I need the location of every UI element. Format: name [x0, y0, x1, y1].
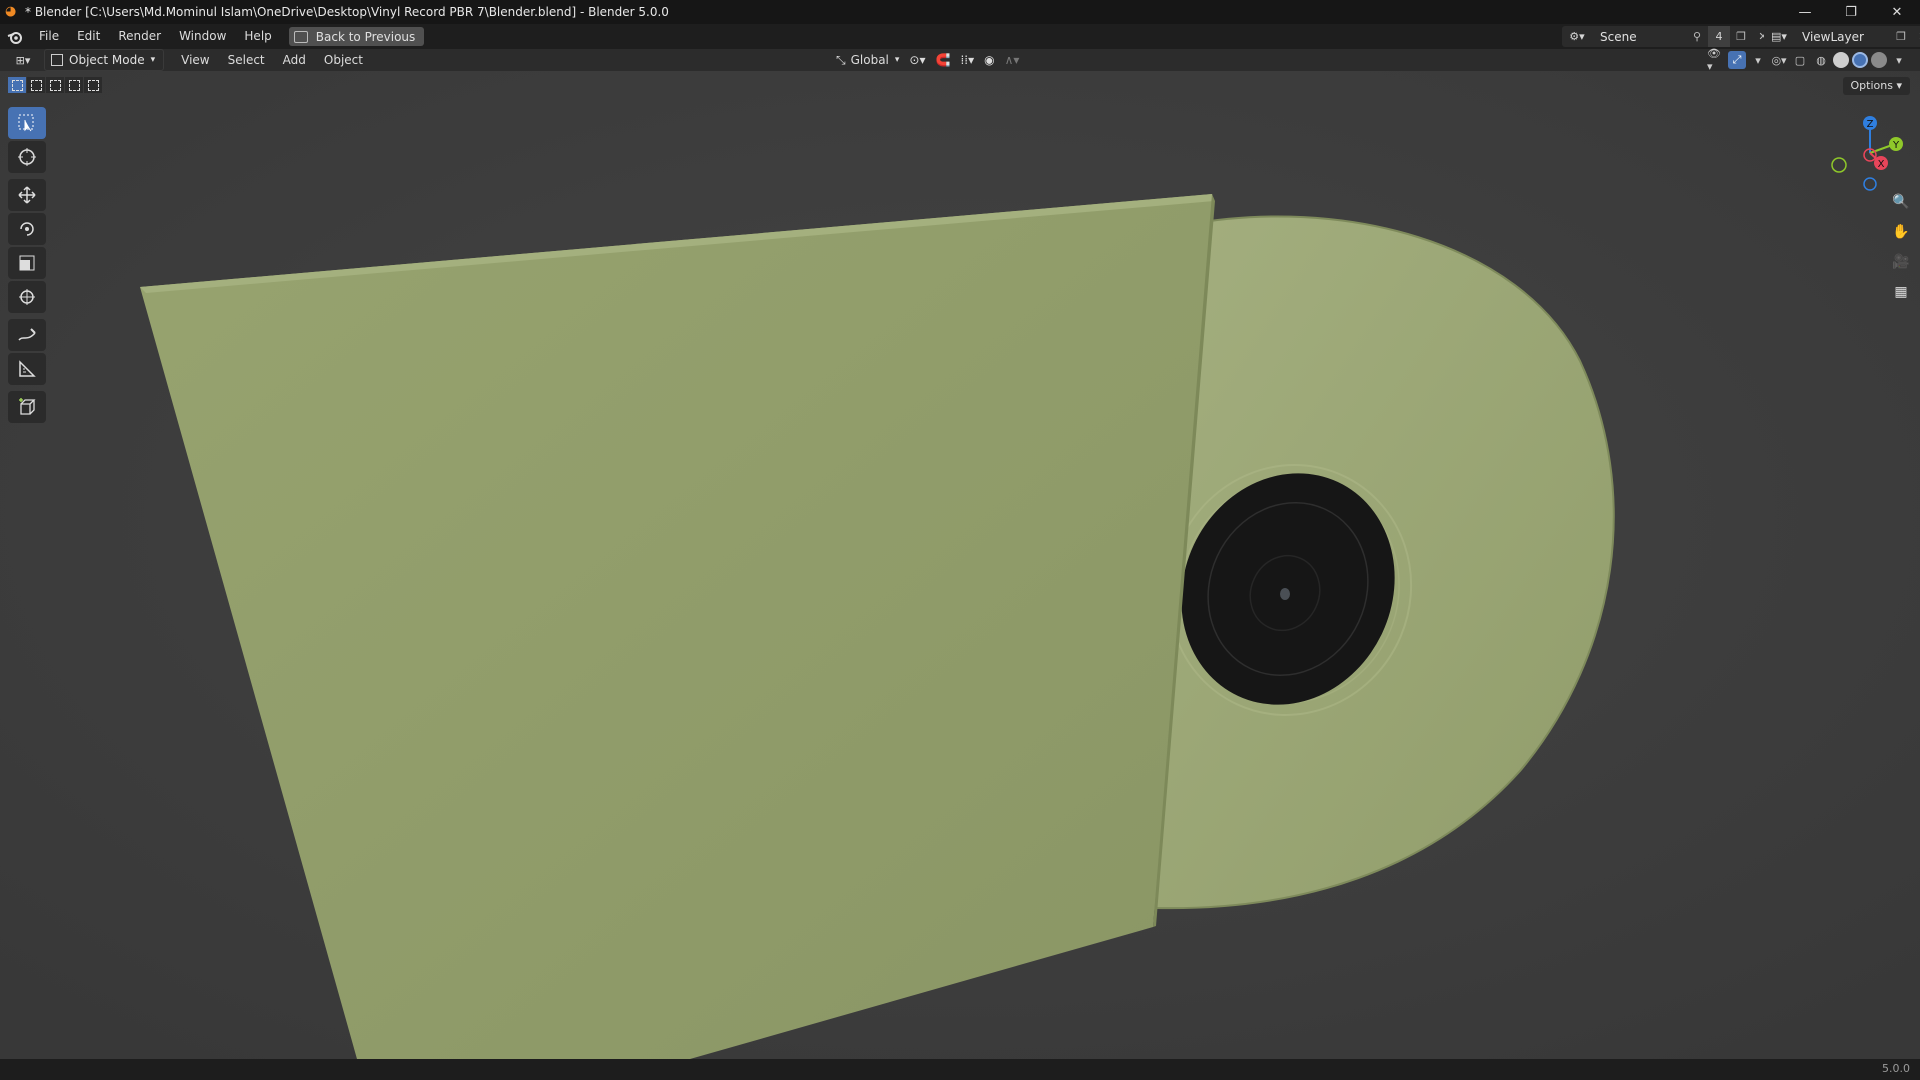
select-invert-icon[interactable]	[65, 77, 83, 93]
viewlayer-selector: ▤▾ ViewLayer ❐ ✕	[1764, 26, 1920, 47]
maximize-icon[interactable]: ❐	[1828, 0, 1874, 24]
chevron-down-icon: ▾	[150, 55, 156, 65]
shading-dropdown-icon[interactable]: ▾	[1890, 51, 1908, 69]
scene-pin-icon[interactable]: ⚲	[1686, 26, 1708, 47]
pivot-point-icon[interactable]: ⊙▾	[909, 53, 925, 67]
select-extend-icon[interactable]	[27, 77, 45, 93]
scene-selector: ⚙▾ Scene ⚲ 4 ❐ ✕	[1562, 26, 1774, 47]
snap-target-icon[interactable]: ⁞⁞▾	[960, 53, 974, 67]
mode-selector[interactable]: Object Mode ▾	[44, 49, 165, 71]
gizmo-toggle-icon[interactable]: ⤢	[1728, 51, 1746, 69]
viewport-header: ⊞▾ Object Mode ▾ View Select Add Object …	[0, 47, 1920, 73]
snap-toggle-icon[interactable]: 🧲	[936, 53, 951, 67]
blender-menu-icon[interactable]	[6, 28, 24, 46]
proportional-edit-icon[interactable]: ◉	[984, 53, 994, 67]
top-menubar: File Edit Render Window Help Back to Pre…	[0, 24, 1920, 49]
gizmo-y-label: Y	[1892, 140, 1900, 151]
select-new-icon[interactable]	[8, 77, 26, 93]
pan-hand-icon[interactable]: ✋	[1888, 219, 1914, 245]
screen-back-icon	[293, 30, 308, 43]
orientation-label: Global	[850, 53, 889, 67]
scene-users-count: 4	[1708, 26, 1730, 47]
tool-shelf	[8, 107, 48, 425]
rendered-shading-icon[interactable]	[1871, 52, 1887, 68]
viewlayer-browse-icon[interactable]: ▤▾	[1764, 26, 1794, 47]
options-dropdown[interactable]: Options ▾	[1842, 77, 1910, 95]
material-preview-icon[interactable]	[1852, 52, 1868, 68]
overlays-icon[interactable]: ◎▾	[1770, 51, 1788, 69]
header-menu-object[interactable]: Object	[315, 53, 372, 67]
orientation-icon: ⤡	[836, 52, 846, 67]
select-intersect-icon[interactable]	[84, 77, 102, 93]
menu-help[interactable]: Help	[235, 24, 280, 49]
viewlayer-new-icon[interactable]: ❐	[1890, 26, 1912, 47]
gizmo-x-label: X	[1878, 159, 1885, 170]
wireframe-shading-icon[interactable]: ◍	[1812, 51, 1830, 69]
measure-icon[interactable]	[8, 353, 46, 385]
camera-view-icon[interactable]: 🎥	[1888, 249, 1914, 275]
viewlayer-remove-icon[interactable]: ✕	[1912, 26, 1920, 47]
window-title: * Blender [C:\Users\Md.Mominul Islam\One…	[25, 5, 669, 19]
solid-shading-icon[interactable]	[1833, 52, 1849, 68]
editor-type-icon[interactable]: ⊞▾	[8, 50, 38, 70]
transform-icon[interactable]	[8, 281, 46, 313]
menu-render[interactable]: Render	[109, 24, 170, 49]
view-navigation-buttons: 🔍 ✋ 🎥 ▦	[1888, 189, 1914, 309]
header-menu-view[interactable]: View	[172, 53, 218, 67]
blender-logo-icon: ◕	[5, 4, 17, 19]
gizmo-z-label: Z	[1867, 119, 1874, 130]
back-to-previous-button[interactable]: Back to Previous	[288, 27, 425, 46]
add-cube-icon[interactable]	[8, 391, 46, 423]
back-to-previous-label: Back to Previous	[315, 29, 416, 44]
menu-edit[interactable]: Edit	[68, 24, 109, 49]
viewlayer-name-field[interactable]: ViewLayer	[1794, 26, 1890, 47]
falloff-icon[interactable]: ∧▾	[1005, 53, 1020, 67]
version-label: 5.0.0	[1882, 1062, 1910, 1075]
cursor-icon[interactable]	[8, 141, 46, 173]
close-icon[interactable]: ✕	[1874, 0, 1920, 24]
chevron-down-icon: ▾	[894, 55, 900, 65]
header-menu-select[interactable]: Select	[219, 53, 274, 67]
select-subtract-icon[interactable]	[46, 77, 64, 93]
scene-browse-icon[interactable]: ⚙▾	[1562, 26, 1592, 47]
scale-icon[interactable]	[8, 247, 46, 279]
scene-render	[0, 71, 1920, 1059]
navigation-gizmo[interactable]: Z Y X	[1825, 111, 1915, 191]
rotate-icon[interactable]	[8, 213, 46, 245]
visibility-icon[interactable]: 👁▾	[1707, 47, 1725, 73]
transform-settings: ⤡ Global ▾ ⊙▾ 🧲 ⁞⁞▾ ◉ ∧▾	[836, 49, 1029, 71]
3d-viewport[interactable]: Options ▾ Z Y X 🔍 ✋ 🎥 ▦	[0, 71, 1920, 1059]
options-label: Options	[1850, 79, 1893, 92]
menu-window[interactable]: Window	[170, 24, 235, 49]
selection-mode-buttons	[8, 77, 103, 93]
status-bar: 5.0.0	[0, 1059, 1920, 1080]
perspective-toggle-icon[interactable]: ▦	[1888, 279, 1914, 305]
select-box-icon[interactable]	[8, 107, 46, 139]
zoom-icon[interactable]: 🔍	[1888, 189, 1914, 215]
orientation-selector[interactable]: ⤡ Global ▾	[836, 53, 899, 68]
viewport-shading-controls: 👁▾ ⤢ ▾ ◎▾ ▢ ◍ ▾	[1704, 47, 1908, 73]
xray-icon[interactable]: ▢	[1791, 51, 1809, 69]
scene-name-field[interactable]: Scene	[1592, 26, 1686, 47]
header-menu-add[interactable]: Add	[274, 53, 315, 67]
annotate-icon[interactable]	[8, 319, 46, 351]
scene-new-icon[interactable]: ❐	[1730, 26, 1752, 47]
minimize-icon[interactable]: —	[1782, 0, 1828, 24]
menu-file[interactable]: File	[30, 24, 68, 49]
window-controls: — ❐ ✕	[1782, 0, 1920, 24]
mode-label: Object Mode	[69, 53, 145, 67]
object-mode-icon	[51, 54, 63, 66]
title-bar: ◕ * Blender [C:\Users\Md.Mominul Islam\O…	[0, 0, 1920, 24]
move-icon[interactable]	[8, 179, 46, 211]
gizmo-dropdown-icon[interactable]: ▾	[1749, 51, 1767, 69]
